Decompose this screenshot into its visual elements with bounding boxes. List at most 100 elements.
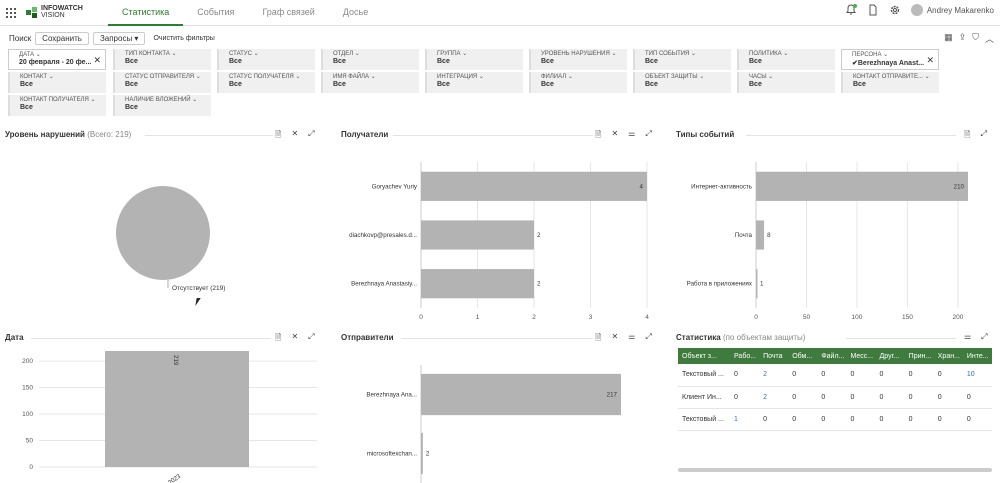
table-row[interactable]: Текстовый ... 0 2 0 0 0 0 0 0 10 bbox=[678, 364, 992, 387]
pie-slice[interactable] bbox=[116, 186, 210, 280]
filter-19[interactable]: НАЛИЧИЕ ВЛОЖЕНИЙ ⌄ Все bbox=[113, 95, 211, 116]
x-tick-label: 50 bbox=[803, 314, 811, 320]
share-icon[interactable]: ⇪ bbox=[959, 32, 967, 45]
panel-statistics: Статистика (по объектам защиты) ⚌ ⤢ bbox=[676, 332, 994, 347]
save-button[interactable]: Сохранить bbox=[35, 31, 89, 45]
table-cell: 0 bbox=[962, 408, 992, 431]
table-cell: 0 bbox=[875, 386, 905, 409]
apps-grid-icon[interactable] bbox=[6, 8, 16, 18]
filter-18[interactable]: КОНТАКТ ПОЛУЧАТЕЛЯ ⌄ Все bbox=[8, 95, 106, 116]
table-row[interactable]: Клиент Ин... 0 2 0 0 0 0 0 0 0 bbox=[678, 386, 992, 409]
table-header[interactable]: Почта bbox=[759, 348, 789, 364]
table-header[interactable]: Инте... bbox=[962, 348, 992, 364]
bar[interactable] bbox=[756, 220, 765, 250]
filter-15[interactable]: ОБЪЕКТ ЗАЩИТЫ ⌄ Все bbox=[633, 72, 731, 93]
clear-filters-button[interactable]: Очистить фильтры bbox=[153, 35, 214, 42]
bar[interactable] bbox=[421, 171, 647, 201]
tab-graph[interactable]: Граф связей bbox=[248, 0, 328, 26]
table-header[interactable]: Месс... bbox=[846, 348, 876, 364]
data-label: 219 bbox=[172, 355, 179, 366]
filter-12[interactable]: ИМЯ ФАЙЛА ⌄ Все bbox=[321, 72, 419, 93]
filter-0[interactable]: ДАТА ⌄ 20 февраля - 20 фе... ✕ bbox=[8, 49, 106, 70]
table-cell: 0 bbox=[933, 364, 963, 387]
table-header[interactable]: Хран... bbox=[933, 348, 963, 364]
panel-event-types-title: Типы событий bbox=[676, 130, 735, 139]
sliders-icon[interactable]: ⚌ bbox=[964, 332, 971, 342]
filter-label: ГРУППА ⌄ bbox=[437, 51, 468, 57]
filter-2[interactable]: СТАТУС ⌄ Все bbox=[217, 49, 315, 70]
table-cell: 0 bbox=[788, 386, 818, 409]
filter-8[interactable]: ПЕРСОНА ⌄ ✔Berezhnaya Anast... ✕ bbox=[841, 49, 939, 70]
bell-icon[interactable] bbox=[845, 4, 857, 16]
queries-button[interactable]: Запросы ▾ bbox=[92, 31, 146, 45]
x-tick-label: 150 bbox=[902, 314, 913, 320]
panel-violations: Уровень нарушений (Всего: 219) 🗎 ✕ ⤢ Отсут… bbox=[5, 129, 325, 320]
table-header[interactable]: Друг... bbox=[875, 348, 905, 364]
filter-4[interactable]: ГРУППА ⌄ Все bbox=[425, 49, 523, 70]
y-tick-label: 0 bbox=[29, 464, 33, 471]
x-tick-label: 0 bbox=[419, 314, 423, 320]
document-icon[interactable] bbox=[867, 4, 879, 16]
main-tabs: Статистика События Граф связей Досье bbox=[108, 0, 382, 26]
filter-7[interactable]: ПОЛИТИКА ⌄ Все bbox=[737, 49, 835, 70]
export-icon[interactable]: ▦ bbox=[944, 32, 953, 45]
x-tick-label: 0 bbox=[754, 314, 758, 320]
filter-6[interactable]: ТИП СОБЫТИЯ ⌄ Все bbox=[633, 49, 731, 70]
category-label: diachkovp@presales.d... bbox=[349, 232, 417, 239]
x-tick-label: 4 bbox=[645, 314, 649, 320]
logo-line2: VISION bbox=[41, 12, 65, 19]
filter-9[interactable]: КОНТАКТ ⌄ Все bbox=[8, 72, 106, 93]
top-bar: INFOWATCH VISION Статистика События Граф … bbox=[0, 0, 1000, 26]
panel-senders: Отправители 🗎 ✕ ⚌ ⤢ Berezhnaya Ana... 217 mic… bbox=[341, 332, 659, 483]
table-header[interactable]: Обм... bbox=[788, 348, 818, 364]
filter-label: КОНТАКТ ОТПРАВИТЕ... ⌄ bbox=[853, 74, 930, 80]
filter-icon[interactable]: ⛉ bbox=[972, 32, 979, 45]
category-label: Goryachev Yuriy bbox=[372, 183, 418, 190]
panel-date: Дата 🗎✕⤢ 05010015020021920.02.2023 bbox=[5, 332, 325, 483]
pie-slice-label: Отсутствует (219) bbox=[172, 285, 225, 292]
y-tick-label: 100 bbox=[22, 411, 33, 418]
table-scrollbar[interactable] bbox=[678, 468, 992, 472]
table-cell: 2 bbox=[759, 386, 789, 409]
tab-statistics[interactable]: Статистика bbox=[108, 0, 184, 26]
table-header[interactable]: Прин... bbox=[904, 348, 934, 364]
x-tick-label: 2 bbox=[532, 314, 536, 320]
category-label: microsoftexchan... bbox=[367, 451, 417, 458]
bar[interactable] bbox=[421, 373, 621, 416]
gear-icon[interactable] bbox=[889, 4, 901, 16]
filter-5[interactable]: УРОВЕНЬ НАРУШЕНИЯ ⌄ Все bbox=[529, 49, 627, 70]
bar[interactable] bbox=[421, 432, 423, 475]
collapse-icon[interactable]: ︿ bbox=[985, 32, 994, 45]
bar[interactable] bbox=[105, 351, 249, 467]
filter-label: ПОЛИТИКА ⌄ bbox=[749, 51, 789, 57]
expand-icon[interactable]: ⤢ bbox=[981, 332, 987, 342]
filter-13[interactable]: ИНТЕГРАЦИЯ ⌄ Все bbox=[425, 72, 523, 93]
bar[interactable] bbox=[756, 269, 758, 299]
filter-17[interactable]: КОНТАКТ ОТПРАВИТЕ... ⌄ Все bbox=[841, 72, 939, 93]
user-name[interactable]: Andrey Makarenko bbox=[927, 6, 994, 15]
bar[interactable] bbox=[421, 220, 534, 250]
filter-label: ФИЛИАЛ ⌄ bbox=[541, 74, 573, 80]
filter-14[interactable]: ФИЛИАЛ ⌄ Все bbox=[529, 72, 627, 93]
filter-11[interactable]: СТАТУС ПОЛУЧАТЕЛЯ ⌄ Все bbox=[217, 72, 315, 93]
avatar[interactable] bbox=[910, 4, 923, 16]
filter-1[interactable]: ТИП КОНТАКТА ⌄ Все bbox=[113, 49, 211, 70]
filter-16[interactable]: ЧАСЫ ⌄ Все bbox=[737, 72, 835, 93]
table-row[interactable]: Текстовый ... 1 0 0 0 0 0 0 0 0 bbox=[678, 408, 992, 431]
filter-10[interactable]: СТАТУС ОТПРАВИТЕЛЯ ⌄ Все bbox=[113, 72, 211, 93]
table-header[interactable]: Файл... bbox=[817, 348, 847, 364]
tab-events[interactable]: События bbox=[183, 0, 248, 26]
tab-dossier[interactable]: Досье bbox=[329, 0, 382, 26]
filter-3[interactable]: ОТДЕЛ ⌄ Все bbox=[321, 49, 419, 70]
x-tick-label: 100 bbox=[852, 314, 863, 320]
close-icon[interactable]: ✕ bbox=[926, 55, 934, 66]
bar[interactable] bbox=[756, 171, 968, 201]
filter-value: Все bbox=[125, 104, 138, 111]
table-cell: 0 bbox=[817, 364, 847, 387]
filter-value: Все bbox=[645, 58, 658, 65]
bar[interactable] bbox=[421, 269, 534, 299]
search-label[interactable]: Поиск bbox=[9, 34, 31, 43]
close-icon[interactable]: ✕ bbox=[93, 55, 101, 66]
table-header[interactable]: Объект з... bbox=[678, 348, 730, 364]
table-header[interactable]: Рабо... bbox=[730, 348, 760, 364]
